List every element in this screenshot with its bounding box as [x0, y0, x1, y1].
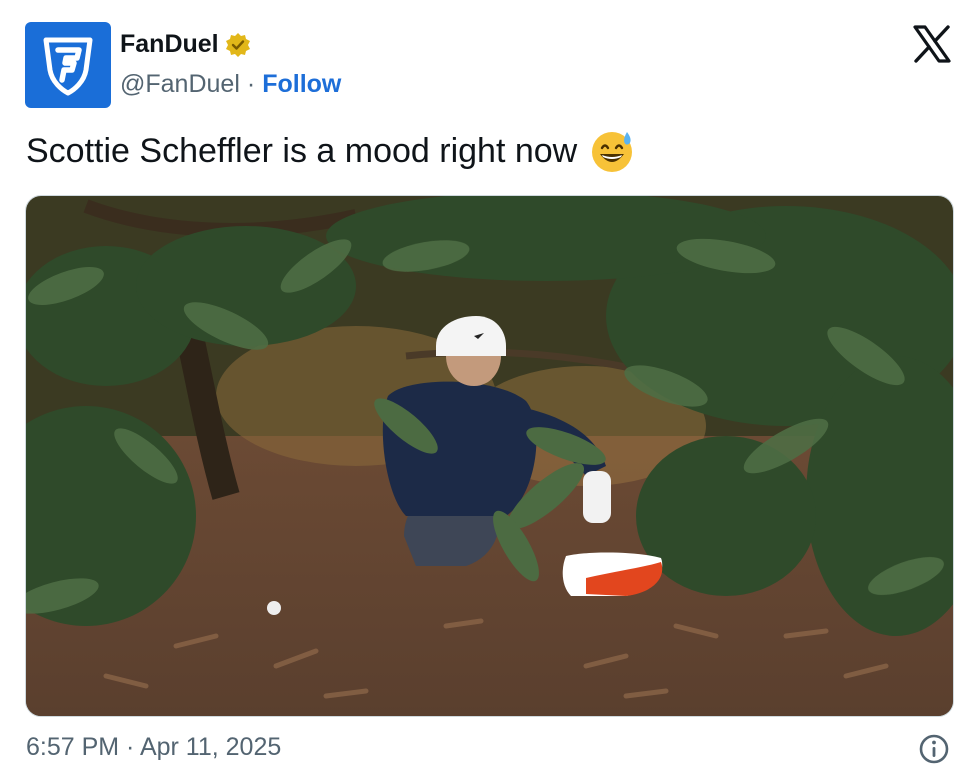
gold-verified-badge-icon	[225, 32, 250, 57]
handle-row: @FanDuel · Follow	[120, 70, 341, 99]
tweet-photo[interactable]	[25, 195, 954, 717]
account-handle[interactable]: @FanDuel	[120, 70, 240, 99]
info-icon[interactable]	[918, 733, 950, 765]
tweet-body: Scottie Scheffler is a mood right now	[26, 131, 578, 170]
x-logo-icon[interactable]	[912, 25, 952, 63]
grinning-face-with-sweat-emoji-icon	[592, 132, 633, 172]
golfer-under-tree-photo	[26, 196, 953, 716]
fanduel-shield-logo-icon	[43, 37, 93, 96]
tweet-timestamp[interactable]: 6:57 PM · Apr 11, 2025	[26, 733, 281, 762]
tweet-text: Scottie Scheffler is a mood right now	[26, 128, 635, 174]
follow-button[interactable]: Follow	[262, 70, 341, 99]
account-name-row: FanDuel	[120, 30, 251, 59]
avatar[interactable]	[25, 22, 111, 108]
tweet-card: FanDuel @FanDuel · Follow Scottie Scheff…	[0, 0, 980, 780]
display-name[interactable]: FanDuel	[120, 30, 219, 59]
separator-dot: ·	[246, 70, 256, 98]
golf-ball	[267, 601, 281, 615]
